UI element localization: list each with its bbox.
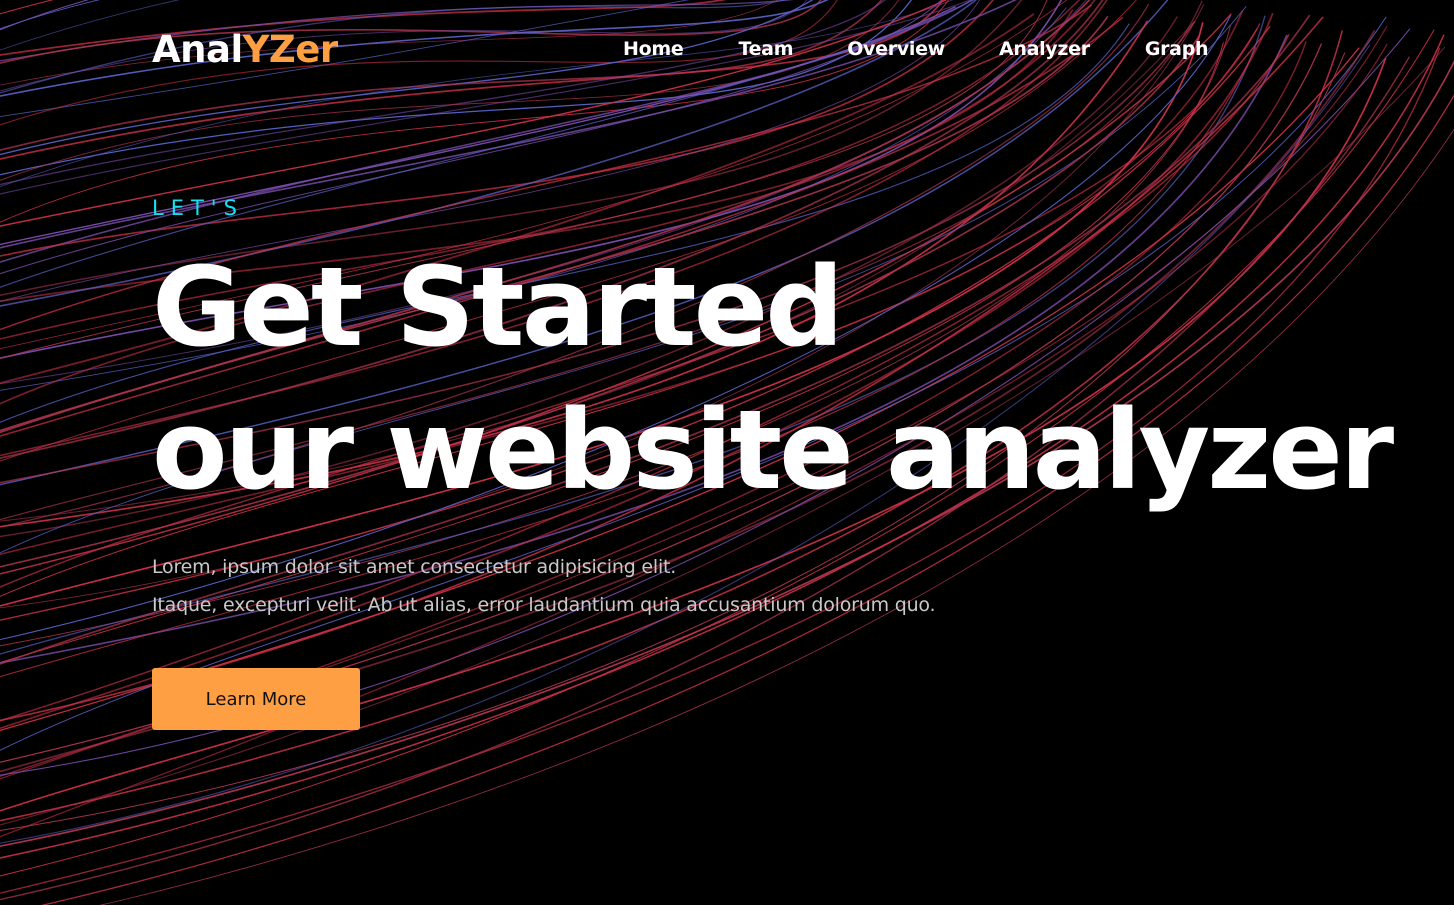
- nav-link-home[interactable]: Home: [623, 38, 684, 60]
- background-line: [0, 12, 1274, 730]
- hero-description-line1: Lorem, ipsum dolor sit amet consectetur …: [152, 556, 677, 578]
- nav-link-analyzer[interactable]: Analyzer: [999, 38, 1090, 60]
- hero-headline-line2: our website analyzer: [152, 386, 1394, 514]
- main-nav: Home Team Overview Analyzer Graph: [623, 38, 1209, 60]
- learn-more-button[interactable]: Learn More: [152, 668, 360, 730]
- background-line: [0, 33, 1290, 722]
- brand-logo[interactable]: AnalYZer: [152, 28, 338, 71]
- nav-link-team[interactable]: Team: [738, 38, 793, 60]
- logo-text-accent: YZer: [242, 28, 338, 71]
- logo-text-primary: Anal: [152, 28, 243, 71]
- hero-headline-line1: Get Started: [152, 243, 844, 371]
- hero-eyebrow: LET'S: [152, 196, 244, 220]
- hero-description-line2: Itaque, excepturi velit. Ab ut alias, er…: [152, 594, 936, 616]
- nav-link-overview[interactable]: Overview: [847, 38, 945, 60]
- nav-link-graph[interactable]: Graph: [1145, 38, 1209, 60]
- site-header: AnalYZer Home Team Overview Analyzer Gra…: [0, 0, 1454, 100]
